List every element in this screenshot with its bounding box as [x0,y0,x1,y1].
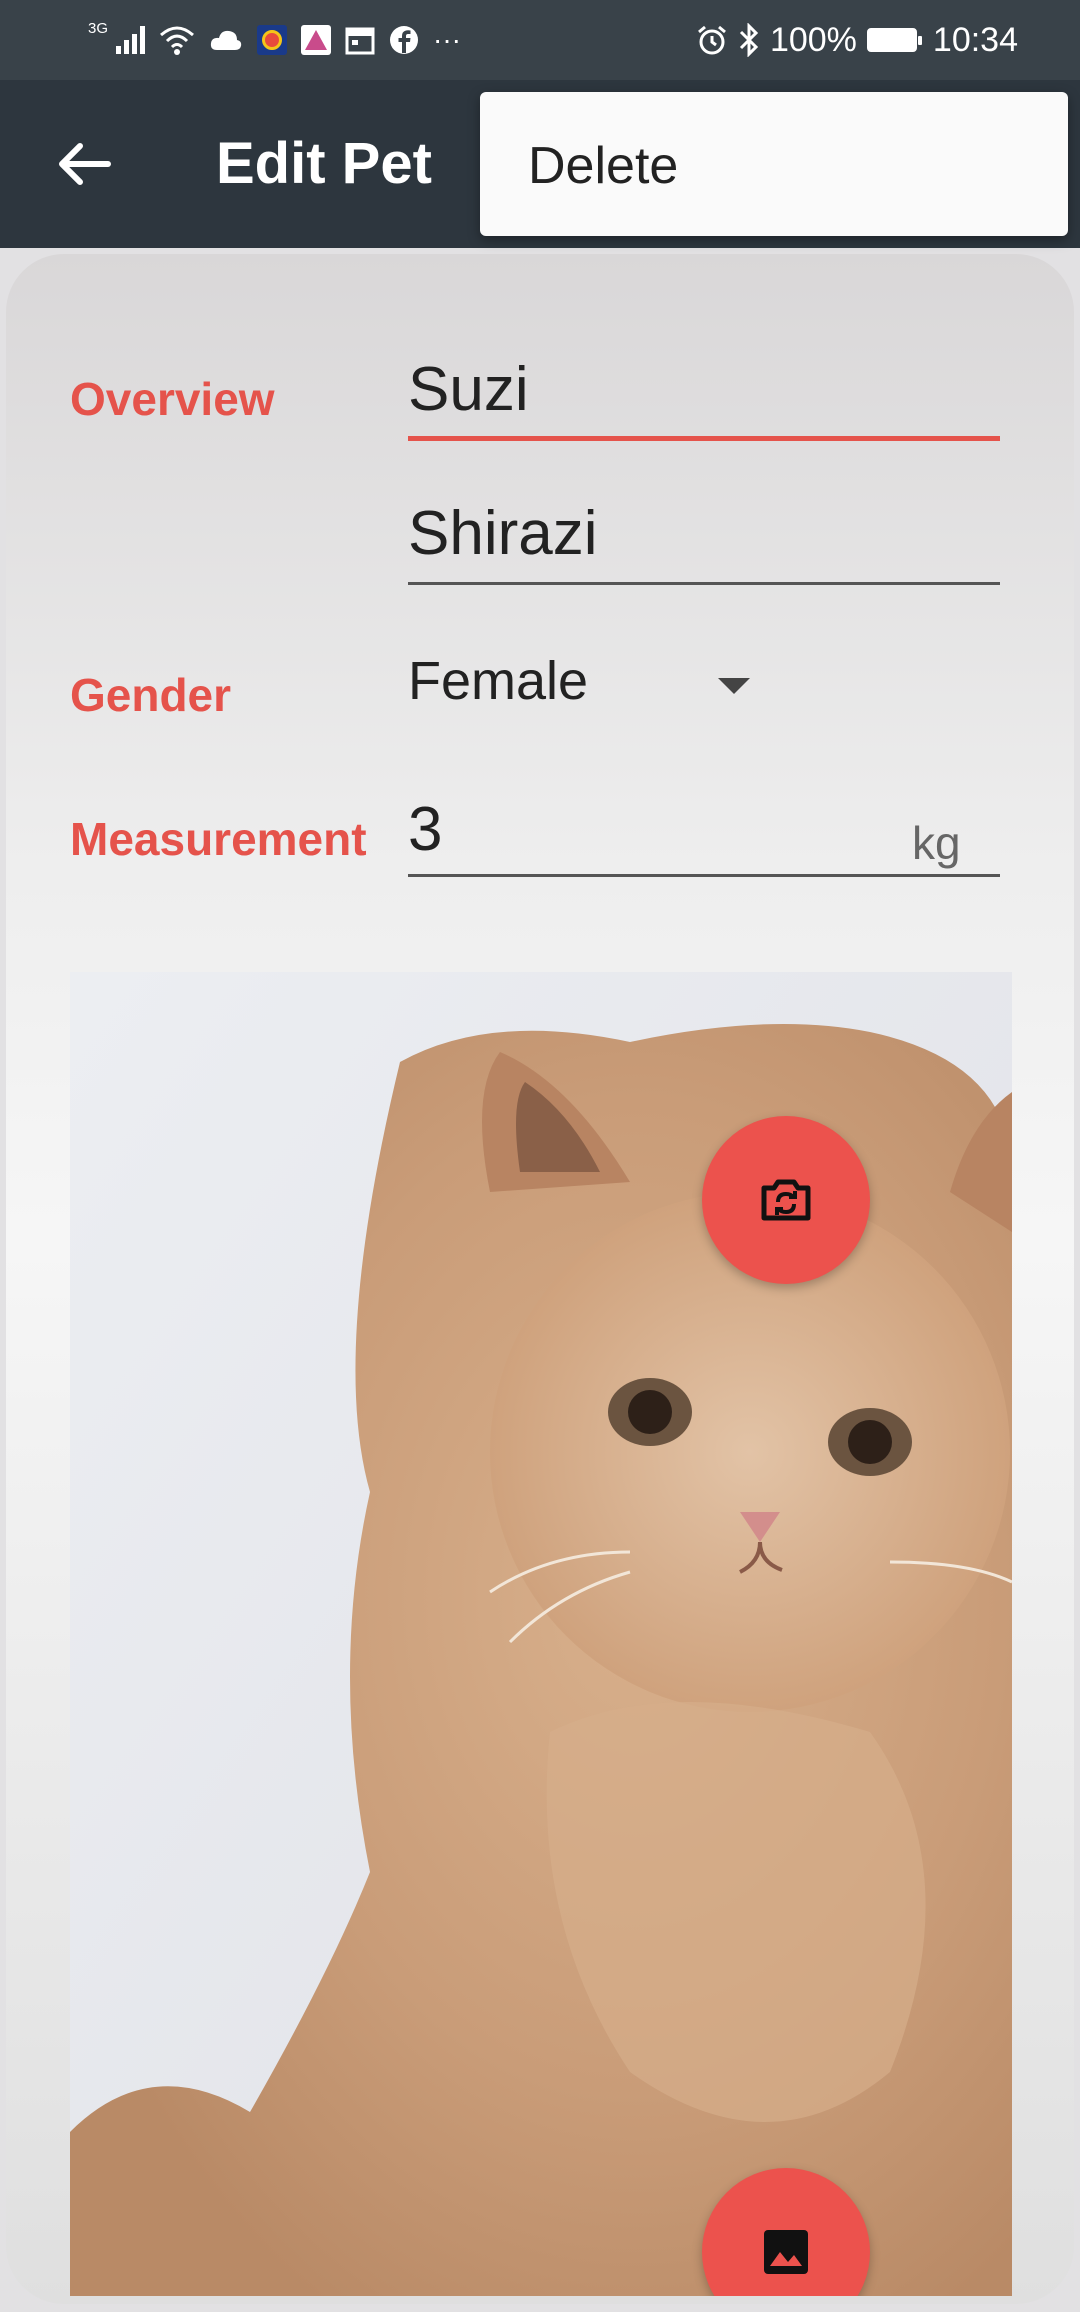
overflow-menu: Delete [480,92,1068,236]
pet-photo [70,972,1012,2296]
breed-input-underline [408,582,1000,585]
arrow-left-icon[interactable] [52,132,116,196]
gender-label: Gender [70,669,232,721]
overview-label: Overview [70,373,275,425]
gender-value: Female [408,651,589,711]
facebook-icon [390,26,419,54]
battery-icon [866,28,922,52]
name-input[interactable]: Suzi [408,354,529,425]
image-icon [764,2230,808,2274]
cloud-icon [210,30,242,50]
app-notification-icon [257,25,288,55]
delete-menu-item[interactable]: Delete [528,136,678,196]
chevron-down-icon [718,678,750,694]
status-bar: 3G ··· 100% 10:34 [0,0,1080,80]
calendar-icon [345,27,375,55]
gender-dropdown[interactable]: Female [408,644,768,724]
wifi-icon [160,26,195,55]
weight-unit: kg [912,817,961,869]
switch-camera-icon [761,1179,811,1221]
weight-input[interactable]: 3 [408,794,442,865]
page-title: Edit Pet [216,131,432,196]
clock: 10:34 [932,20,1018,59]
cat-image [70,972,1012,2296]
network-type: 3G [88,19,109,37]
app-notification-icon [301,25,332,55]
measurement-label: Measurement [70,813,367,865]
bluetooth-icon [739,23,759,57]
edit-pet-card: Overview Suzi Shirazi Gender Female Meas… [6,254,1074,2304]
switch-camera-button[interactable] [702,1116,870,1284]
breed-input[interactable]: Shirazi [408,498,598,569]
signal-icon [116,26,146,54]
alarm-icon [697,25,726,55]
battery-percent: 100% [769,20,857,59]
more-notifications-icon: ··· [433,24,461,55]
weight-input-underline [408,874,1000,877]
name-input-underline [408,436,1000,441]
